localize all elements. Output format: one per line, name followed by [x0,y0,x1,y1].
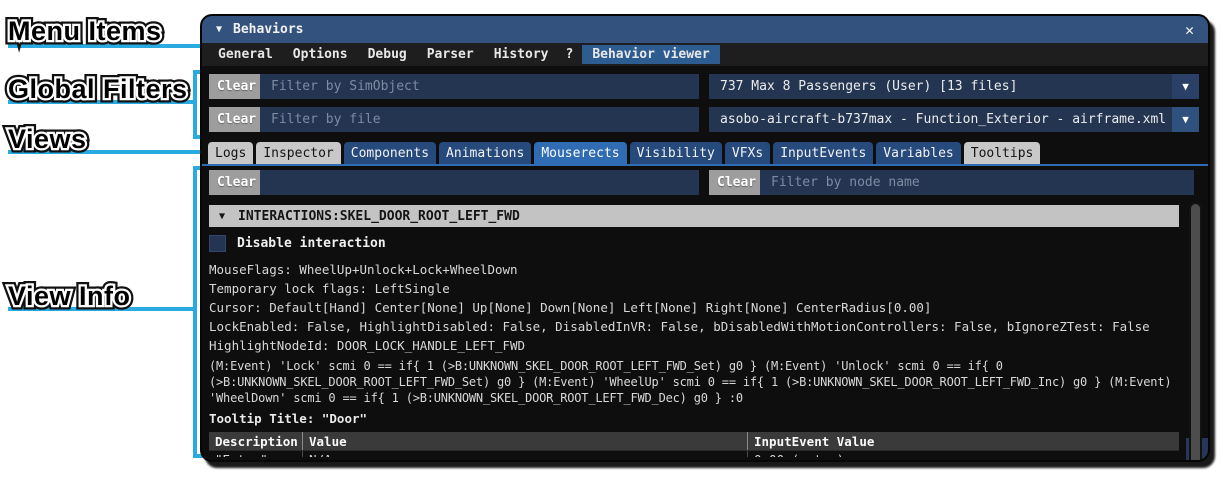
collapse-window-icon[interactable]: ▼ [216,24,222,35]
clear-node-filter-button[interactable]: Clear [709,170,765,195]
node-name-filter-input[interactable] [760,170,1194,195]
cell-value: N/A [302,451,747,457]
tab-inputevents[interactable]: InputEvents [773,142,874,164]
inputevent-table: Description Value InputEvent Value "Ente… [209,432,1179,457]
tab-mouserects[interactable]: Mouserects [534,142,627,164]
lockenabled-line: LockEnabled: False, HighlightDisabled: F… [209,319,1150,334]
screenshot-canvas: Menu Items Global Filters Views View Inf… [0,0,1223,483]
rpn-script-line: (M:Event) 'Lock' scmi 0 == if{ 1 (>B:UNK… [209,359,1003,373]
simobject-select-value: 737 Max 8 Passengers (User) [13 files] [720,79,1018,94]
disable-interaction-row: Disable interaction [209,235,1203,252]
clear-simobject-filter-button[interactable]: Clear [209,74,265,99]
col-inputevent-value: InputEvent Value [747,432,1179,450]
scrollbar-thumb[interactable] [1191,204,1200,460]
tab-variables[interactable]: Variables [876,142,961,164]
tab-animations[interactable]: Animations [439,142,532,164]
col-value: Value [302,432,747,450]
tab-logs[interactable]: Logs [208,142,254,164]
title-bar[interactable]: ▼ Behaviors ✕ [202,16,1208,43]
lockflags-line: Temporary lock flags: LeftSingle [209,281,450,296]
menu-bar: General Options Debug Parser History ? B… [202,43,1208,66]
col-description: Description [215,433,298,449]
rpn-script-block: (M:Event) 'Lock' scmi 0 == if{ 1 (>B:UNK… [209,358,1203,406]
annotation-bracket-global-filters [193,70,197,139]
file-filter-input[interactable] [260,107,699,132]
annotation-view-info: View Info [4,277,135,316]
interaction-properties: MouseFlags: WheelUp+Unlock+Lock+WheelDow… [209,260,1203,355]
view-filter-input[interactable] [260,170,699,195]
active-tab-underline [202,164,1208,166]
tab-components[interactable]: Components [343,142,437,164]
tab-tooltips[interactable]: Tooltips [963,142,1041,164]
file-select-value: asobo-aircraft-b737max - Function_Exteri… [720,112,1172,127]
menu-item-history[interactable]: History [484,45,559,64]
behaviors-window: ▼ Behaviors ✕ General Options Debug Pars… [200,14,1210,462]
window-title: Behaviors [233,22,304,37]
interactions-section-header[interactable]: ▼ INTERACTIONS:SKEL_DOOR_ROOT_LEFT_FWD [209,205,1179,227]
vertical-scrollbar[interactable] [1189,202,1202,460]
tab-visibility[interactable]: Visibility [629,142,722,164]
annotation-views: Views [4,120,91,159]
menu-item-debug[interactable]: Debug [358,45,417,64]
menu-item-behavior-viewer[interactable]: Behavior viewer [582,45,720,64]
tab-vfxs[interactable]: VFXs [724,142,771,164]
disable-interaction-label: Disable interaction [237,236,386,251]
simobject-select[interactable]: 737 Max 8 Passengers (User) [13 files] ▼ [709,74,1199,99]
menu-item-help[interactable]: ? [559,45,581,64]
annotation-menu-items: Menu Items [4,12,166,51]
mouseflags-line: MouseFlags: WheelUp+Unlock+Lock+WheelDow… [209,262,518,277]
rpn-script-line: 'WheelDown' scmi 0 == if{ 1 (>B:UNKNOWN_… [209,391,743,405]
highlightnode-line: HighlightNodeId: DOOR_LOCK_HANDLE_LEFT_F… [209,338,526,353]
simobject-filter-input[interactable] [260,74,699,99]
table-row[interactable]: "Enter" N/A 0.00 (meter) [209,450,1179,457]
clear-view-filter-button[interactable]: Clear [209,170,265,195]
collapse-section-icon[interactable]: ▼ [219,211,225,222]
chevron-down-icon[interactable]: ▼ [1172,107,1199,132]
annotation-global-filters: Global Filters [4,70,192,109]
clear-file-filter-button[interactable]: Clear [209,107,265,132]
table-header-row: Description Value InputEvent Value [209,432,1179,450]
menu-item-options[interactable]: Options [283,45,358,64]
view-tabs: Logs Inspector Components Animations Mou… [202,142,1208,164]
chevron-down-icon[interactable]: ▼ [1172,74,1199,99]
interactions-section-title: INTERACTIONS:SKEL_DOOR_ROOT_LEFT_FWD [238,208,520,224]
annotation-bracket-view-info [193,166,197,458]
view-info-panel: ▼ INTERACTIONS:SKEL_DOOR_ROOT_LEFT_FWD D… [207,200,1203,457]
menu-item-general[interactable]: General [208,45,283,64]
cursor-line: Cursor: Default[Hand] Center[None] Up[No… [209,300,932,315]
cell-description: "Enter" [209,451,302,457]
tab-inspector[interactable]: Inspector [256,142,341,164]
close-icon[interactable]: ✕ [1185,21,1194,39]
disable-interaction-checkbox[interactable] [209,235,226,252]
rpn-script-line: (>B:UNKNOWN_SKEL_DOOR_ROOT_LEFT_FWD_Set)… [209,375,1172,389]
menu-item-parser[interactable]: Parser [417,45,484,64]
file-select[interactable]: asobo-aircraft-b737max - Function_Exteri… [709,107,1199,132]
cell-inputevent-value: 0.00 (meter) [747,451,1179,457]
tooltip-title-line: Tooltip Title: "Door" [209,411,368,426]
